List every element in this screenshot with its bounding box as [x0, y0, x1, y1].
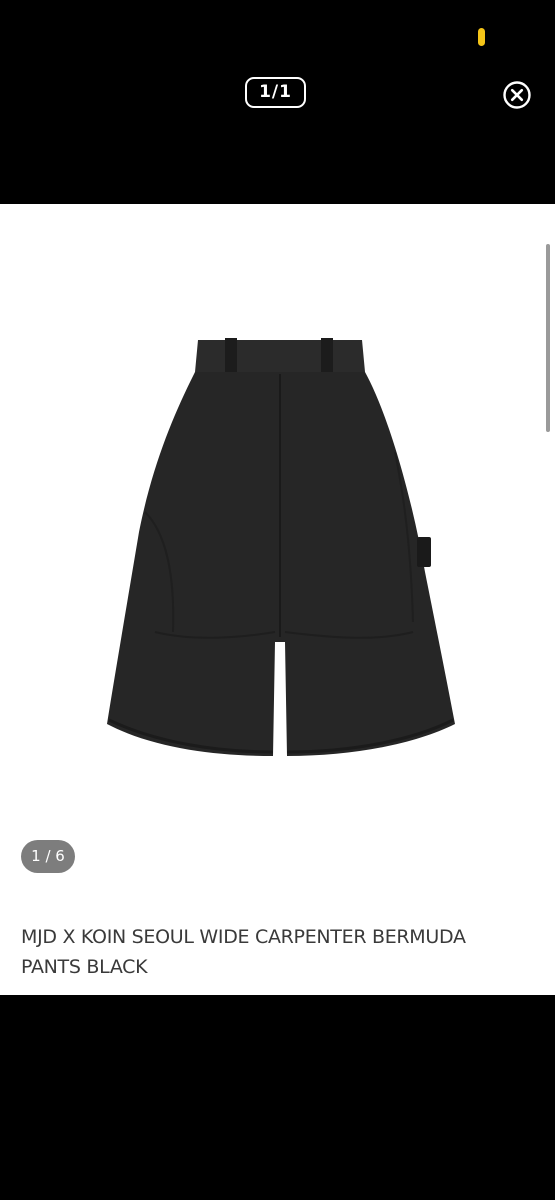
product-content: 1 / 6 MJD X KOIN SEOUL WIDE CARPENTER BE… [0, 204, 555, 995]
viewer-bottom-bar [0, 995, 555, 1200]
image-counter: 1 / 6 [21, 840, 75, 873]
product-title: MJD X KOIN SEOUL WIDE CARPENTER BERMUDA … [21, 926, 466, 978]
page-counter: 1/1 [245, 77, 306, 108]
close-circle-icon [503, 81, 531, 109]
status-indicator [478, 28, 485, 46]
viewer-top-bar: 1/1 [0, 0, 555, 204]
scrollbar[interactable] [546, 244, 550, 432]
close-button[interactable] [502, 80, 532, 110]
product-image [107, 338, 455, 756]
